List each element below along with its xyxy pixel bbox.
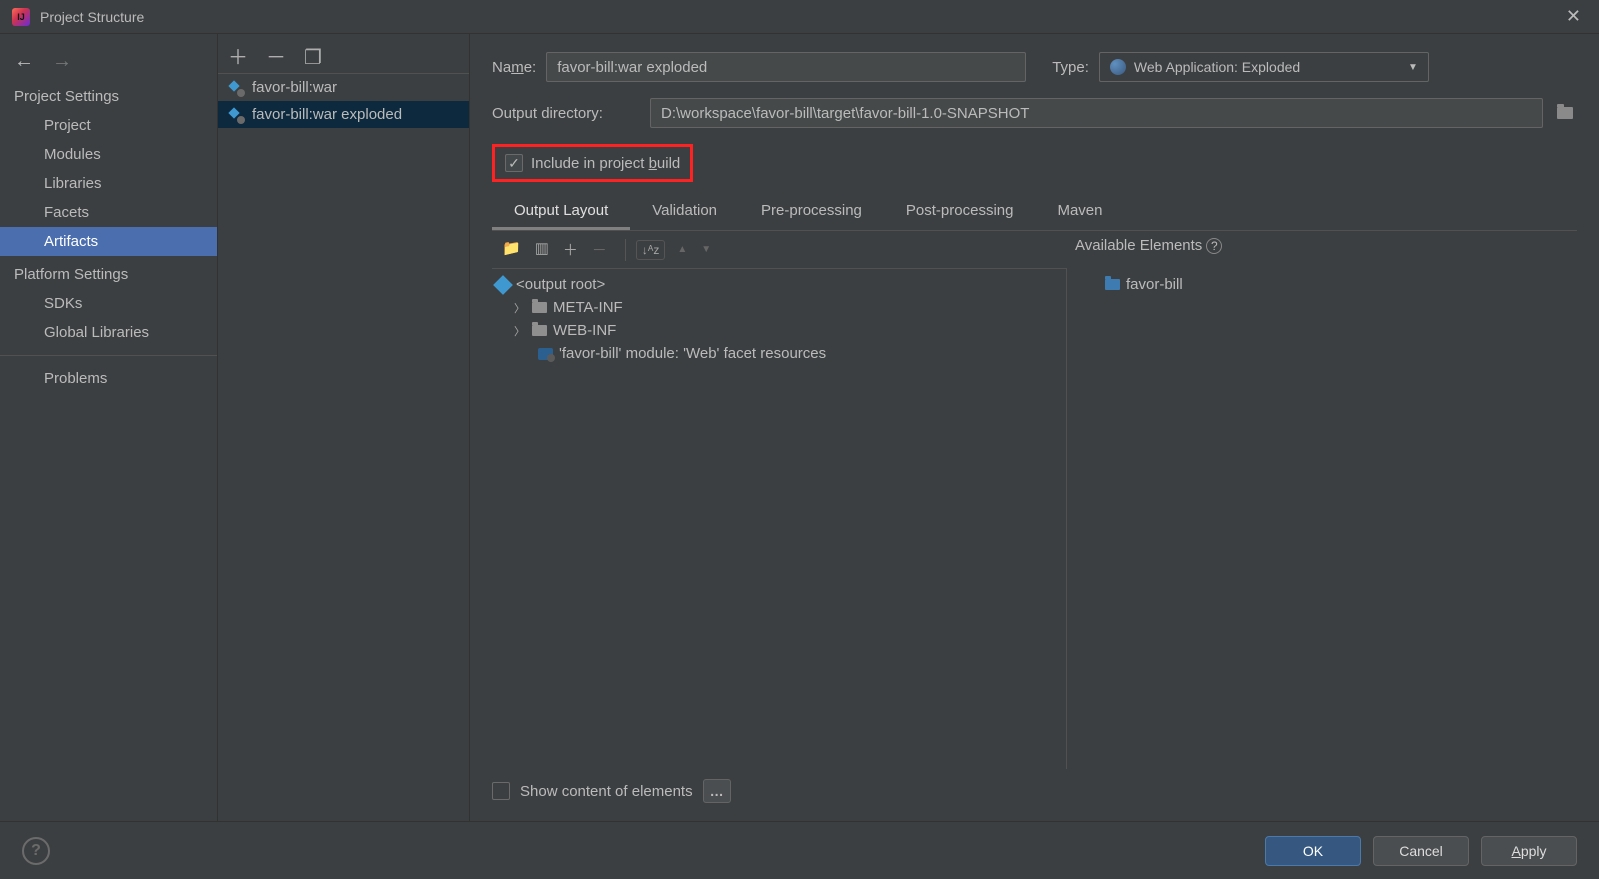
artifact-item-label: favor-bill:war [252, 79, 337, 96]
chevron-down-icon: ▼ [1408, 62, 1418, 73]
name-label: Name: [492, 59, 536, 76]
module-folder-icon [1105, 279, 1120, 290]
artifact-icon [228, 80, 244, 96]
project-settings-header: Project Settings [0, 78, 217, 111]
toolbar-separator [625, 239, 626, 261]
copy-icon[interactable]: ❐ [304, 48, 322, 68]
help-button[interactable]: ? [22, 837, 50, 865]
available-item[interactable]: favor-bill [1071, 273, 1577, 296]
tab-maven[interactable]: Maven [1035, 194, 1124, 230]
window-title: Project Structure [40, 9, 144, 25]
sidebar-divider [0, 355, 217, 356]
remove-icon[interactable]: － [266, 48, 286, 68]
meta-inf-node[interactable]: 〉 META-INF [492, 296, 1066, 319]
web-inf-node[interactable]: 〉 WEB-INF [492, 319, 1066, 342]
show-content-label: Show content of elements [520, 783, 693, 800]
apply-button[interactable]: Apply [1481, 836, 1577, 866]
artifact-item[interactable]: favor-bill:war exploded [218, 101, 469, 128]
facet-resources-label: 'favor-bill' module: 'Web' facet resourc… [559, 345, 826, 362]
meta-inf-label: META-INF [553, 299, 623, 316]
show-content-row: Show content of elements … [492, 769, 1577, 821]
back-arrow-icon[interactable]: ← [14, 50, 34, 73]
move-down-icon[interactable]: ▼ [699, 242, 713, 257]
sidebar: ← → Project Settings Project Modules Lib… [0, 34, 218, 821]
browse-folder-icon[interactable] [1553, 101, 1577, 125]
new-folder-icon[interactable]: 📁 [500, 237, 523, 262]
tab-post-processing[interactable]: Post-processing [884, 194, 1036, 230]
include-in-build-label: Include in project build [531, 155, 680, 172]
artifact-list-panel: ＋ － ❐ favor-bill:war favor-bill:war expl… [218, 34, 470, 821]
tab-pre-processing[interactable]: Pre-processing [739, 194, 884, 230]
facet-resources-node[interactable]: 'favor-bill' module: 'Web' facet resourc… [492, 342, 1066, 365]
available-elements-header: Available Elements ? [1071, 237, 1573, 254]
main-area: ← → Project Settings Project Modules Lib… [0, 34, 1599, 821]
artifact-detail-panel: Name: Type: Web Application: Exploded ▼ … [470, 34, 1599, 821]
output-layout-area: <output root> 〉 META-INF 〉 WEB-INF 'favo… [492, 269, 1577, 769]
output-tree[interactable]: <output root> 〉 META-INF 〉 WEB-INF 'favo… [492, 269, 1067, 769]
expander-icon[interactable]: 〉 [514, 323, 526, 339]
folder-icon [532, 302, 547, 313]
artifact-item[interactable]: favor-bill:war [218, 74, 469, 101]
output-root-node[interactable]: <output root> [492, 273, 1066, 296]
sort-icon[interactable]: ↓ᴬᴢ [636, 240, 665, 260]
ok-button[interactable]: OK [1265, 836, 1361, 866]
tab-output-layout[interactable]: Output Layout [492, 194, 630, 230]
include-in-build-checkbox[interactable]: ✓ [505, 154, 523, 172]
output-dir-input[interactable] [650, 98, 1543, 128]
close-icon[interactable]: ✕ [1560, 6, 1587, 27]
name-type-row: Name: Type: Web Application: Exploded ▼ [492, 52, 1577, 82]
tab-validation[interactable]: Validation [630, 194, 739, 230]
artifact-tabs: Output Layout Validation Pre-processing … [492, 194, 1577, 231]
module-icon [538, 348, 553, 360]
available-item-label: favor-bill [1126, 276, 1183, 293]
new-archive-icon[interactable]: ▥ [533, 237, 551, 262]
output-root-icon [493, 275, 513, 295]
add-icon[interactable]: ＋ [228, 48, 248, 68]
move-up-icon[interactable]: ▲ [675, 242, 689, 257]
name-input[interactable] [546, 52, 1026, 82]
include-in-build-highlight: ✓ Include in project build [492, 144, 1577, 182]
output-layout-toolbar: 📁 ▥ ＋ － ↓ᴬᴢ ▲ ▼ [492, 231, 1067, 269]
show-content-checkbox[interactable] [492, 782, 510, 800]
title-bar: IJ Project Structure ✕ [0, 0, 1599, 34]
cancel-button[interactable]: Cancel [1373, 836, 1469, 866]
sidebar-nav: ← → [0, 34, 217, 78]
help-icon[interactable]: ? [1206, 238, 1222, 254]
type-select-value: Web Application: Exploded [1134, 59, 1300, 75]
sidebar-item-libraries[interactable]: Libraries [0, 169, 217, 198]
forward-arrow-icon[interactable]: → [52, 50, 72, 73]
remove-output-icon[interactable]: － [590, 237, 609, 262]
sidebar-item-global-libraries[interactable]: Global Libraries [0, 318, 217, 347]
intellij-icon: IJ [12, 8, 30, 26]
expander-icon[interactable]: 〉 [514, 300, 526, 316]
artifact-item-label: favor-bill:war exploded [252, 106, 402, 123]
available-elements-tree[interactable]: favor-bill [1067, 269, 1577, 769]
output-dir-label: Output directory: [492, 105, 640, 122]
web-inf-label: WEB-INF [553, 322, 616, 339]
dialog-footer: ? OK Cancel Apply [0, 821, 1599, 879]
folder-icon [532, 325, 547, 336]
sidebar-item-facets[interactable]: Facets [0, 198, 217, 227]
add-copy-icon[interactable]: ＋ [561, 237, 580, 262]
output-root-label: <output root> [516, 276, 605, 293]
sidebar-item-modules[interactable]: Modules [0, 140, 217, 169]
sidebar-item-artifacts[interactable]: Artifacts [0, 227, 217, 256]
output-dir-row: Output directory: [492, 98, 1577, 128]
sidebar-item-project[interactable]: Project [0, 111, 217, 140]
show-content-ellipsis-button[interactable]: … [703, 779, 731, 803]
artifact-list: favor-bill:war favor-bill:war exploded [218, 74, 469, 821]
type-label: Type: [1052, 59, 1089, 76]
artifact-list-toolbar: ＋ － ❐ [218, 34, 469, 74]
artifact-icon [228, 107, 244, 123]
sidebar-item-problems[interactable]: Problems [0, 364, 217, 393]
sidebar-item-sdks[interactable]: SDKs [0, 289, 217, 318]
globe-icon [1110, 59, 1126, 75]
type-select[interactable]: Web Application: Exploded ▼ [1099, 52, 1429, 82]
platform-settings-header: Platform Settings [0, 256, 217, 289]
